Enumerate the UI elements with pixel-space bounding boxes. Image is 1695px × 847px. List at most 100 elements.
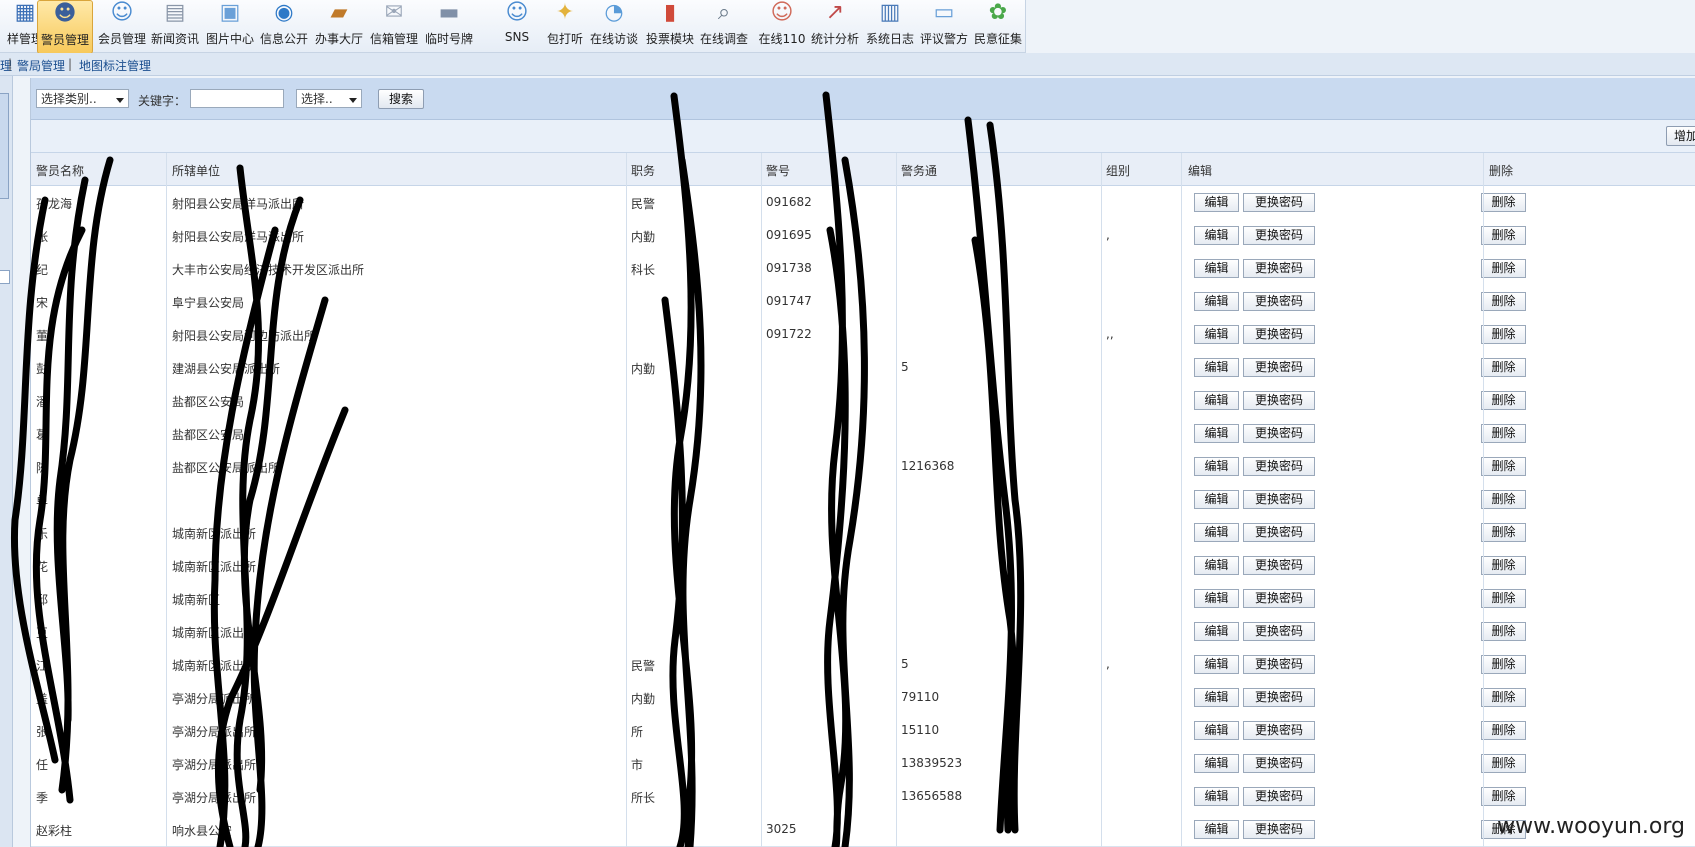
toolbar-item-10[interactable]: ✦ 包打听: [538, 0, 592, 52]
toolbar-item-3[interactable]: ▤ 新闻资讯: [148, 0, 202, 52]
toolbar-item-4[interactable]: ▣ 图片中心: [203, 0, 257, 52]
toolbar-item-18[interactable]: ✿ 民意征集: [971, 0, 1025, 52]
edit-button[interactable]: 编辑: [1194, 358, 1239, 377]
users-icon: ☺: [110, 0, 134, 25]
change-password-button[interactable]: 更换密码: [1243, 292, 1315, 311]
edit-button[interactable]: 编辑: [1194, 622, 1239, 641]
change-password-button[interactable]: 更换密码: [1243, 457, 1315, 476]
change-password-button[interactable]: 更换密码: [1243, 721, 1315, 740]
toolbar-item-label: 评议警方: [919, 32, 969, 46]
toolbar-item-15[interactable]: ↗ 统计分析: [808, 0, 862, 52]
change-password-button[interactable]: 更换密码: [1243, 259, 1315, 278]
change-password-button[interactable]: 更换密码: [1243, 193, 1315, 212]
edit-button[interactable]: 编辑: [1194, 589, 1239, 608]
delete-button[interactable]: 删除: [1481, 391, 1526, 410]
main-toolbar: ▦ 样管理 ☻ 警员管理 ☺ 会员管理 ▤ 新闻资讯 ▣ 图片中心 ◉ 信息公开 ▰ 办事大厅 ✉ 信箱管理 ▬…: [0, 0, 1026, 54]
edit-button[interactable]: 编辑: [1194, 259, 1239, 278]
cell-phone: 13839523: [901, 756, 963, 770]
delete-button[interactable]: 删除: [1481, 523, 1526, 542]
search-button[interactable]: 搜索: [378, 89, 424, 109]
change-password-button[interactable]: 更换密码: [1243, 589, 1315, 608]
edit-button[interactable]: 编辑: [1194, 655, 1239, 674]
nav-separator: |: [8, 57, 13, 71]
toolbar-item-12[interactable]: ▮ 投票模块: [643, 0, 697, 52]
column-divider: [1483, 153, 1484, 847]
cell-name: 盖: [36, 692, 49, 706]
cell-title: 科长: [631, 263, 656, 277]
delete-button[interactable]: 删除: [1481, 358, 1526, 377]
edit-button[interactable]: 编辑: [1194, 391, 1239, 410]
edit-button[interactable]: 编辑: [1194, 556, 1239, 575]
toolbar-item-14[interactable]: ☺ 在线110: [755, 0, 809, 52]
delete-button[interactable]: 删除: [1481, 424, 1526, 443]
keyword-input[interactable]: [190, 89, 284, 108]
change-password-button[interactable]: 更换密码: [1243, 358, 1315, 377]
delete-button[interactable]: 删除: [1481, 721, 1526, 740]
change-password-button[interactable]: 更换密码: [1243, 787, 1315, 806]
edit-button[interactable]: 编辑: [1194, 787, 1239, 806]
toolbar-item-1[interactable]: ☻ 警员管理: [37, 0, 93, 54]
edit-button[interactable]: 编辑: [1194, 424, 1239, 443]
left-rail-tab[interactable]: [0, 93, 9, 199]
edit-button[interactable]: 编辑: [1194, 820, 1239, 839]
delete-button[interactable]: 删除: [1481, 193, 1526, 212]
toolbar-item-16[interactable]: ▥ 系统日志: [863, 0, 917, 52]
cell-unit: 阜宁县公安局: [172, 296, 245, 310]
change-password-button[interactable]: 更换密码: [1243, 325, 1315, 344]
edit-button[interactable]: 编辑: [1194, 490, 1239, 509]
edit-button[interactable]: 编辑: [1194, 292, 1239, 311]
change-password-button[interactable]: 更换密码: [1243, 490, 1315, 509]
edit-button[interactable]: 编辑: [1194, 226, 1239, 245]
edit-button[interactable]: 编辑: [1194, 457, 1239, 476]
delete-button[interactable]: 删除: [1481, 259, 1526, 278]
toolbar-item-11[interactable]: ◔ 在线访谈: [587, 0, 641, 52]
table-row: 花 城南新区派出所 编辑 更换密码 删除: [31, 549, 1695, 583]
edit-button[interactable]: 编辑: [1194, 688, 1239, 707]
delete-button[interactable]: 删除: [1481, 457, 1526, 476]
change-password-button[interactable]: 更换密码: [1243, 391, 1315, 410]
toolbar-item-13[interactable]: ⌕ 在线调查: [697, 0, 751, 52]
category-select[interactable]: 选择类别..: [36, 89, 129, 108]
change-password-button[interactable]: 更换密码: [1243, 688, 1315, 707]
edit-button[interactable]: 编辑: [1194, 193, 1239, 212]
delete-button[interactable]: 删除: [1481, 292, 1526, 311]
delete-button[interactable]: 删除: [1481, 589, 1526, 608]
change-password-button[interactable]: 更换密码: [1243, 622, 1315, 641]
change-password-button[interactable]: 更换密码: [1243, 655, 1315, 674]
change-password-button[interactable]: 更换密码: [1243, 226, 1315, 245]
change-password-button[interactable]: 更换密码: [1243, 820, 1315, 839]
delete-button[interactable]: 删除: [1481, 556, 1526, 575]
delete-button[interactable]: 删除: [1481, 688, 1526, 707]
option-select[interactable]: 选择..: [296, 89, 362, 108]
watermark: www.wooyun.org: [1497, 814, 1685, 839]
add-button[interactable]: 增加: [1666, 126, 1695, 146]
cell-title: 所长: [631, 791, 656, 805]
chart-icon: ↗: [825, 0, 845, 25]
change-password-button[interactable]: 更换密码: [1243, 556, 1315, 575]
delete-button[interactable]: 删除: [1481, 754, 1526, 773]
edit-button[interactable]: 编辑: [1194, 721, 1239, 740]
toolbar-item-8[interactable]: ▬ 临时号牌: [422, 0, 476, 52]
toolbar-item-9[interactable]: ☺ SNS: [490, 0, 544, 52]
change-password-button[interactable]: 更换密码: [1243, 523, 1315, 542]
cell-title: 内勤: [631, 362, 656, 376]
delete-button[interactable]: 删除: [1481, 622, 1526, 641]
edit-button[interactable]: 编辑: [1194, 325, 1239, 344]
delete-button[interactable]: 删除: [1481, 490, 1526, 509]
delete-button[interactable]: 删除: [1481, 655, 1526, 674]
delete-button[interactable]: 删除: [1481, 226, 1526, 245]
change-password-button[interactable]: 更换密码: [1243, 754, 1315, 773]
nav-link-2[interactable]: 地图标注管理: [79, 57, 151, 74]
toolbar-item-6[interactable]: ▰ 办事大厅: [312, 0, 366, 52]
delete-button[interactable]: 删除: [1481, 325, 1526, 344]
nav-link-1[interactable]: 警局管理: [17, 57, 65, 74]
toolbar-item-2[interactable]: ☺ 会员管理: [95, 0, 149, 52]
change-password-button[interactable]: 更换密码: [1243, 424, 1315, 443]
edit-button[interactable]: 编辑: [1194, 523, 1239, 542]
delete-button[interactable]: 删除: [1481, 787, 1526, 806]
edit-button[interactable]: 编辑: [1194, 754, 1239, 773]
toolbar-item-5[interactable]: ◉ 信息公开: [257, 0, 311, 52]
toolbar-item-7[interactable]: ✉ 信箱管理: [367, 0, 421, 52]
toolbar-item-17[interactable]: ▭ 评议警方: [917, 0, 971, 52]
left-rail-toggle[interactable]: [0, 270, 10, 284]
